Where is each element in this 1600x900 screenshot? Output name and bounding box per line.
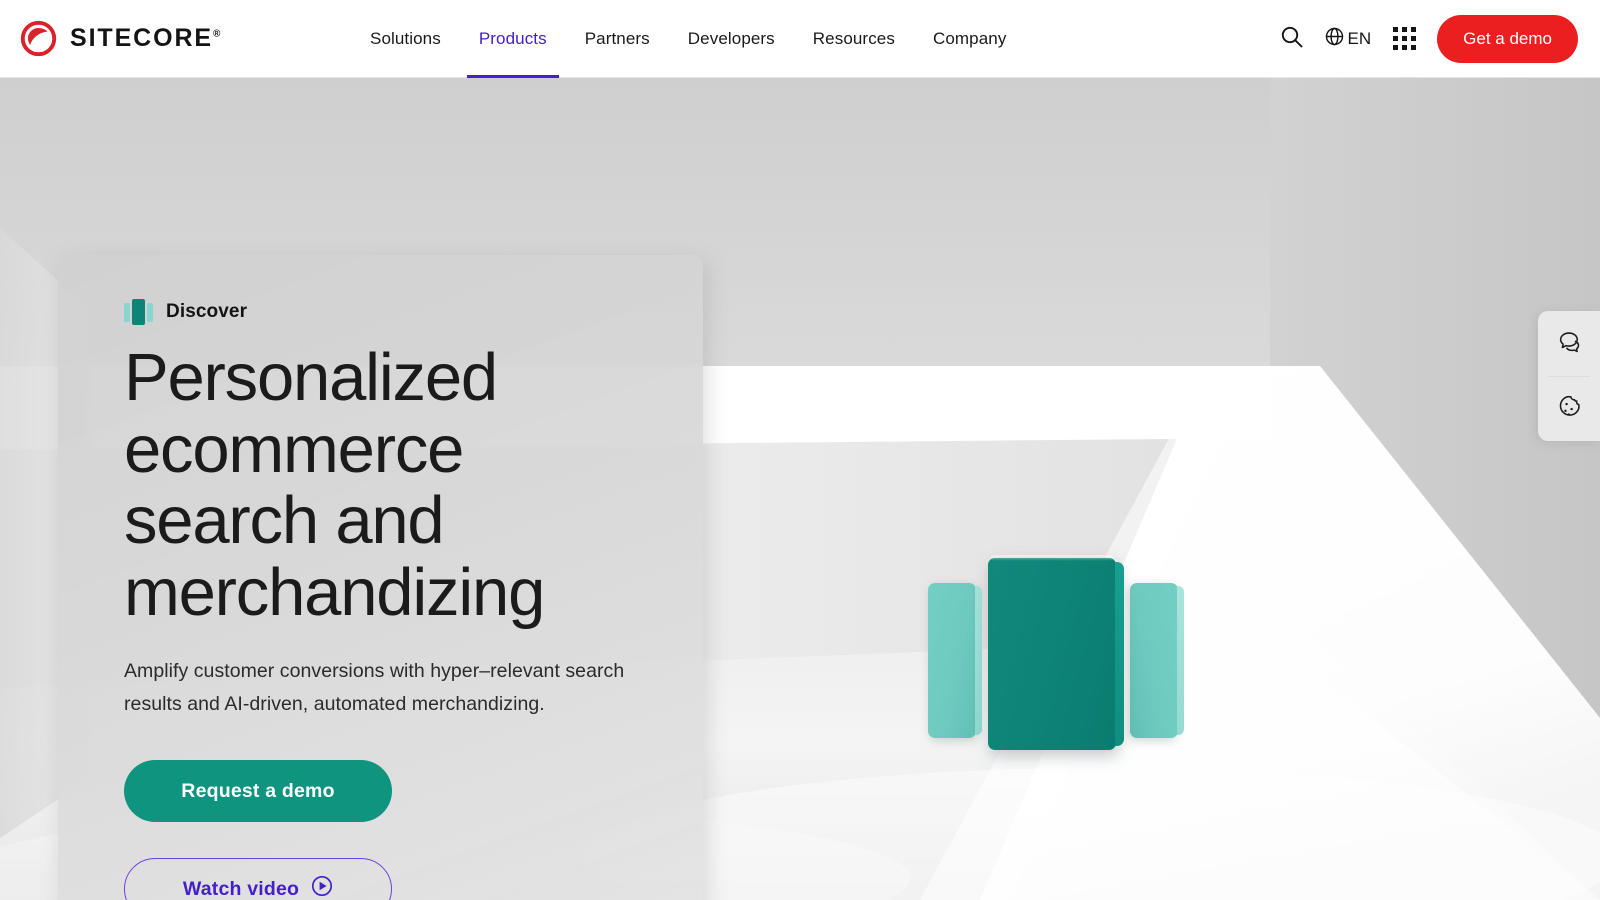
hero-cta-group: Request a demo Watch video [124, 760, 703, 900]
slab-center [988, 555, 1124, 750]
main-navigation: Solutions Products Partners Developers R… [370, 0, 1006, 78]
nav-item-solutions[interactable]: Solutions [370, 0, 441, 78]
hero-description: Amplify customer conversions with hyper–… [124, 659, 625, 715]
search-icon [1279, 24, 1305, 53]
nav-item-developers[interactable]: Developers [688, 0, 775, 78]
play-circle-icon [311, 875, 333, 900]
sitecore-ring-logo-icon [20, 20, 57, 57]
slab-left [928, 583, 982, 738]
slab-right [1130, 583, 1184, 738]
cookie-icon [1556, 395, 1583, 425]
request-a-demo-button[interactable]: Request a demo [124, 760, 392, 823]
floating-side-widget [1538, 311, 1600, 441]
nav-item-partners[interactable]: Partners [585, 0, 650, 78]
language-selector[interactable]: EN [1318, 19, 1378, 59]
product-eyebrow: Discover [124, 299, 703, 325]
watch-video-button[interactable]: Watch video [124, 858, 392, 900]
nav-item-resources[interactable]: Resources [813, 0, 895, 78]
hero-content-card: Discover Personalized ecommerce search a… [58, 255, 703, 900]
chat-widget-button[interactable] [1538, 311, 1600, 376]
brand-name: SITECORE® [70, 24, 221, 52]
globe-icon [1324, 26, 1345, 52]
page-root: SITECORE® Solutions Products Partners De… [0, 0, 1600, 900]
chat-bubbles-icon [1556, 329, 1583, 359]
nav-item-products[interactable]: Products [466, 0, 559, 78]
brand-logo-link[interactable]: SITECORE® [20, 20, 220, 57]
nav-item-company[interactable]: Company [933, 0, 1006, 78]
hero-section: Discover Personalized ecommerce search a… [0, 78, 1600, 900]
language-label: EN [1347, 28, 1372, 48]
three-teal-slabs-illustration [900, 555, 1220, 788]
discover-bars-icon [124, 299, 153, 325]
search-button[interactable] [1272, 19, 1312, 59]
site-header: SITECORE® Solutions Products Partners De… [0, 0, 1600, 78]
grid-dots-icon [1392, 27, 1416, 50]
watch-video-label: Watch video [182, 877, 300, 900]
header-actions: EN Get a demo [1272, 14, 1578, 63]
app-switcher-button[interactable] [1383, 19, 1425, 59]
cookie-settings-button[interactable] [1538, 377, 1600, 441]
get-a-demo-button[interactable]: Get a demo [1437, 14, 1578, 63]
product-name: Discover [166, 301, 248, 322]
brand-trademark: ® [213, 28, 221, 40]
page-title: Personalized ecommerce search and mercha… [124, 340, 545, 631]
